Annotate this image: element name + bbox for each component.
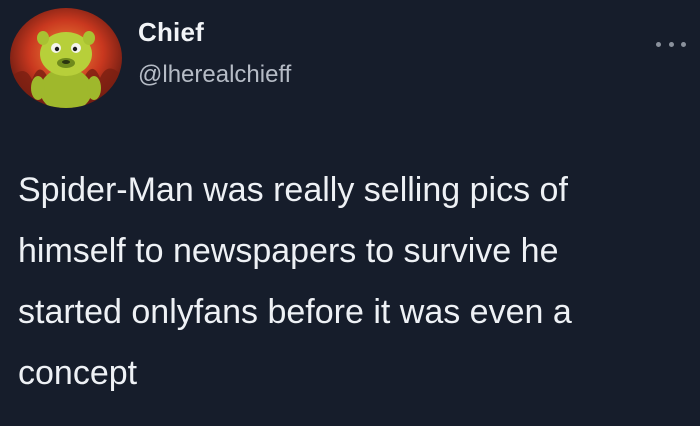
cartoon-monster-avatar-icon	[10, 8, 122, 108]
tweet-card: Chief @lherealchieff Spider-Man was real…	[0, 0, 700, 426]
more-dot	[668, 41, 674, 47]
avatar[interactable]	[10, 8, 122, 108]
tweet-text: Spider-Man was really selling pics of hi…	[18, 171, 572, 392]
more-options-icon[interactable]	[656, 34, 686, 54]
more-dot	[681, 41, 686, 47]
username-handle[interactable]: @lherealchieff	[138, 61, 291, 89]
more-dot	[656, 41, 661, 47]
display-name[interactable]: Chief	[138, 17, 204, 47]
